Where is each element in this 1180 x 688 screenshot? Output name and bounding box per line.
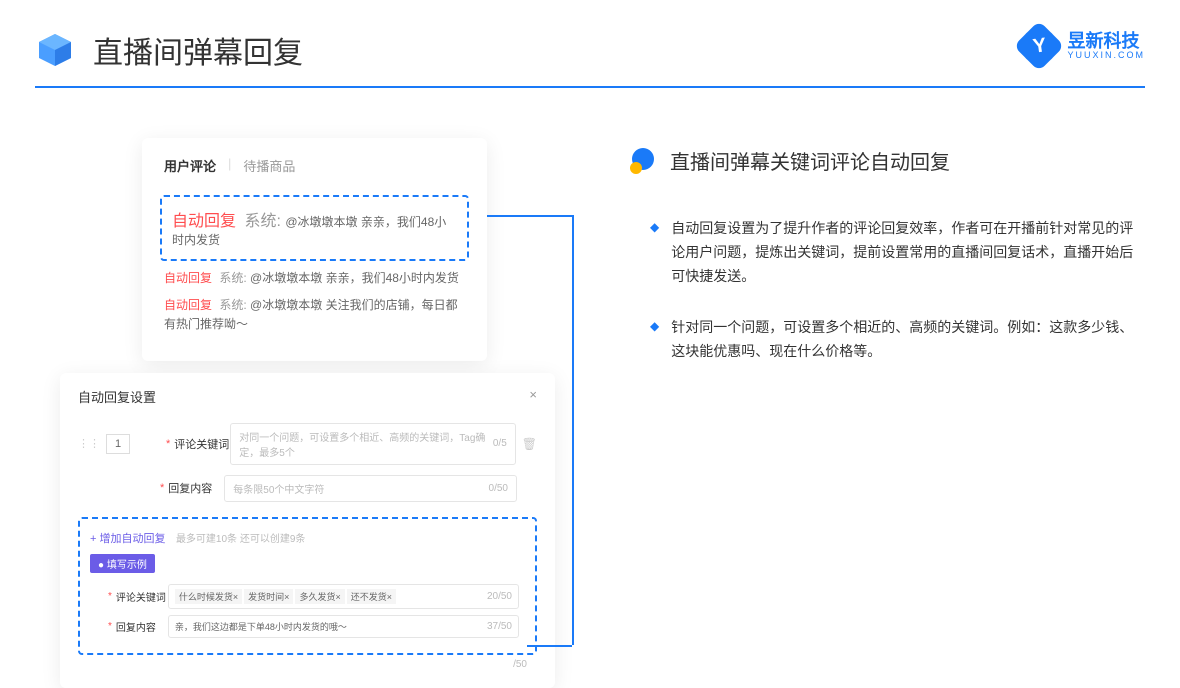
close-icon[interactable]: × [529,387,537,406]
comment-row: 自动回复 系统: @冰墩墩本墩 关注我们的店铺，每日都有热门推荐呦～ [164,296,465,334]
bullet-1: 自动回复设置为了提升作者的评论回复效率，作者可在开播前针对常见的评论用户问题，提… [671,217,1145,288]
tab-pending-goods[interactable]: 待播商品 [243,156,295,175]
tab-user-comments[interactable]: 用户评论 [164,156,216,175]
add-auto-reply-link[interactable]: + 增加自动回复 [90,530,165,546]
ex-content-input[interactable]: 亲，我们这边都是下单48小时内发货的哦～ 37/50 [168,615,519,638]
comments-panel: 用户评论 | 待播商品 自动回复 系统: @冰墩墩本墩 亲亲，我们48小时内发货… [142,138,487,361]
logo-cube-icon [35,30,75,70]
drag-handle-icon[interactable]: ⋮⋮ [78,437,100,450]
keyword-label: 评论关键词 [174,436,230,452]
section-title: 直播间弹幕关键词评论自动回复 [670,146,950,175]
ex-keyword-input[interactable]: 什么时候发货×发货时间×多久发货×还不发货× 20/50 [168,584,519,609]
content-label: 回复内容 [168,480,224,496]
example-box: + 增加自动回复 最多可建10条 还可以创建9条 ● 填写示例 * 评论关键词 … [78,517,537,655]
required-star: * [166,438,170,450]
diamond-bullet-icon: ◆ [650,220,659,288]
bullet-2: 针对同一个问题，可设置多个相近的、高频的关键词。例如：这款多少钱、这块能优惠吗、… [671,316,1145,364]
diamond-bullet-icon: ◆ [650,319,659,364]
comment-row: 自动回复 系统: @冰墩墩本墩 亲亲，我们48小时内发货 [164,269,465,288]
keyword-chip[interactable]: 多久发货× [295,589,344,604]
outer-counter: /50 [60,655,555,670]
example-badge: ● 填写示例 [90,554,155,573]
section-bullet-icon [630,148,656,174]
connector-line [487,215,572,217]
content-input[interactable]: 每条限50个中文字符 0/50 [224,475,517,502]
brand-sub: YUUXIN.COM [1067,50,1145,60]
keyword-input[interactable]: 对同一个问题，可设置多个相近、高频的关键词，Tag确定，最多5个 0/5 [230,423,515,465]
keyword-chip[interactable]: 什么时候发货× [175,589,242,604]
settings-panel: 自动回复设置 × ⋮⋮ 1 * 评论关键词 对同一个问题，可设置多个相近、高频的… [60,373,555,688]
connector-line [572,215,574,645]
keyword-chip[interactable]: 还不发货× [347,589,396,604]
brand-logo: Y 昱新科技 YUUXIN.COM [1021,28,1145,64]
add-hint: 最多可建10条 还可以创建9条 [176,534,305,545]
required-star: * [160,482,164,494]
order-number: 1 [106,434,130,454]
ex-keyword-label: 评论关键词 [116,589,168,604]
tab-separator: | [228,156,231,175]
keyword-chip[interactable]: 发货时间× [244,589,293,604]
trash-icon[interactable]: 🗑 [522,437,537,451]
brand-name: 昱新科技 [1067,32,1145,50]
brand-icon: Y [1021,28,1057,64]
ex-content-label: 回复内容 [116,619,168,634]
settings-title: 自动回复设置 [78,387,156,406]
connector-line [527,645,572,647]
highlighted-comment: 自动回复 系统: @冰墩墩本墩 亲亲，我们48小时内发货 [160,195,469,261]
page-title: 直播间弹幕回复 [93,28,303,72]
auto-reply-tag: 自动回复 [172,213,236,230]
system-label: 系统: [244,213,280,230]
